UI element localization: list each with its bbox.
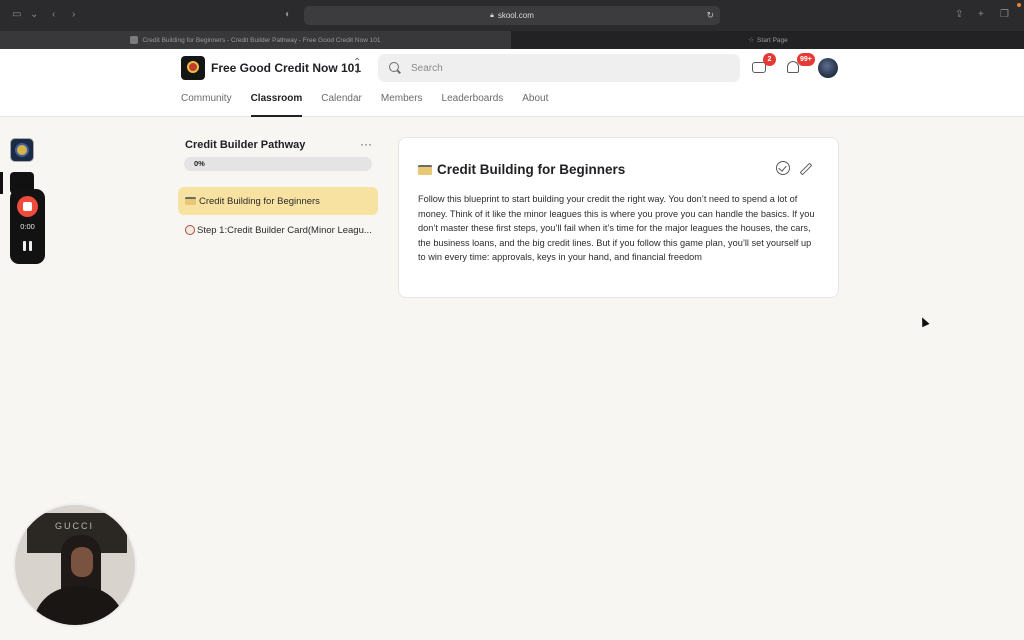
share-icon[interactable]: ⇪ [955, 8, 963, 22]
privacy-shield-icon[interactable]: ◐ [285, 8, 291, 22]
tab-calendar[interactable]: Calendar [321, 93, 362, 117]
search-input[interactable] [411, 54, 731, 82]
lock-icon: 🔒︎ [490, 11, 494, 19]
lesson-label: Credit Building for Beginners [199, 195, 320, 207]
more-options-icon[interactable]: ··· [360, 137, 372, 151]
lesson-title-text: Credit Building for Beginners [437, 162, 626, 177]
presenter-body [33, 587, 125, 625]
tab-overview-icon[interactable]: ❐ [1000, 8, 1009, 22]
browser-tab-active[interactable]: Credit Building for Beginners - Credit B… [0, 31, 511, 49]
tab-members[interactable]: Members [381, 93, 423, 117]
lesson-item-active[interactable]: Credit Building for Beginners [178, 187, 378, 215]
browser-toolbar: ▭ ⌄ ‹ › ◐ 🔒︎ skool.com ↻ ⇪ + ❐ [0, 0, 1024, 31]
avatar[interactable] [818, 58, 838, 78]
site-header: Free Good Credit Now 101 ⌃⌄ 2 99+ Commun… [0, 49, 1024, 117]
search-box[interactable] [378, 54, 740, 82]
mouse-cursor-icon [918, 315, 930, 328]
reload-icon[interactable]: ↻ [706, 10, 714, 21]
browser-tab-strip: Credit Building for Beginners - Credit B… [0, 31, 1024, 49]
side-edge [0, 172, 3, 194]
lesson-item[interactable]: Step 1:Credit Builder Card(Minor Leagu..… [178, 216, 378, 244]
chevron-down-icon[interactable]: ⌄ [30, 8, 38, 22]
tab-about[interactable]: About [522, 93, 548, 117]
tab-community[interactable]: Community [181, 93, 232, 117]
favicon-icon [130, 36, 139, 44]
tab-leaderboards[interactable]: Leaderboards [442, 93, 504, 117]
lesson-body: Follow this blueprint to start building … [418, 194, 815, 263]
group-logo[interactable] [181, 56, 205, 80]
mark-complete-icon[interactable] [776, 161, 790, 175]
back-icon[interactable]: ‹ [52, 8, 55, 22]
credit-card-icon [185, 197, 196, 205]
star-icon: ☆ [748, 37, 755, 44]
forward-icon[interactable]: › [72, 8, 75, 22]
course-title: Credit Builder Pathway [185, 139, 306, 151]
presenter-face [71, 547, 93, 577]
group-switcher-icon[interactable]: ⌃ ⌄ [353, 58, 361, 76]
new-tab-icon[interactable]: + [978, 8, 984, 22]
webcam-bubble[interactable]: GUCCI [13, 503, 137, 627]
notification-badge: 99+ [797, 53, 815, 66]
recording-timer: 0:00 [20, 222, 35, 231]
baseball-icon [185, 225, 195, 235]
browser-tab-inactive[interactable]: ☆ Start Page [512, 31, 1024, 49]
course-progress-bar: 0% [184, 157, 372, 171]
lesson-card: Credit Building for Beginners Follow thi… [398, 137, 839, 298]
stop-recording-button[interactable] [17, 196, 38, 217]
tab-title: Start Page [757, 36, 788, 44]
sign-text: GUCCI [55, 521, 94, 531]
sidebar-toggle-icon[interactable]: ▭ [12, 8, 21, 22]
pause-icon[interactable] [23, 241, 32, 251]
credit-card-icon [418, 164, 432, 175]
tab-classroom[interactable]: Classroom [250, 93, 302, 117]
url-text: skool.com [497, 11, 534, 20]
address-bar[interactable]: 🔒︎ skool.com ↻ [304, 6, 720, 25]
edit-pencil-icon[interactable] [799, 162, 813, 176]
tab-title: Credit Building for Beginners - Credit B… [142, 36, 381, 44]
lesson-title: Credit Building for Beginners [418, 162, 625, 177]
screen-recorder-widget: 0:00 [10, 189, 45, 264]
group-name[interactable]: Free Good Credit Now 101 [211, 61, 361, 75]
recording-indicator-icon [1017, 3, 1021, 7]
chat-badge: 2 [763, 53, 776, 66]
progress-label: 0% [194, 159, 205, 168]
app-shortcut-icon[interactable] [10, 138, 34, 162]
lesson-label: Step 1:Credit Builder Card(Minor Leagu..… [197, 224, 372, 236]
search-icon [389, 62, 399, 72]
group-nav: Community Classroom Calendar Members Lea… [181, 93, 567, 117]
